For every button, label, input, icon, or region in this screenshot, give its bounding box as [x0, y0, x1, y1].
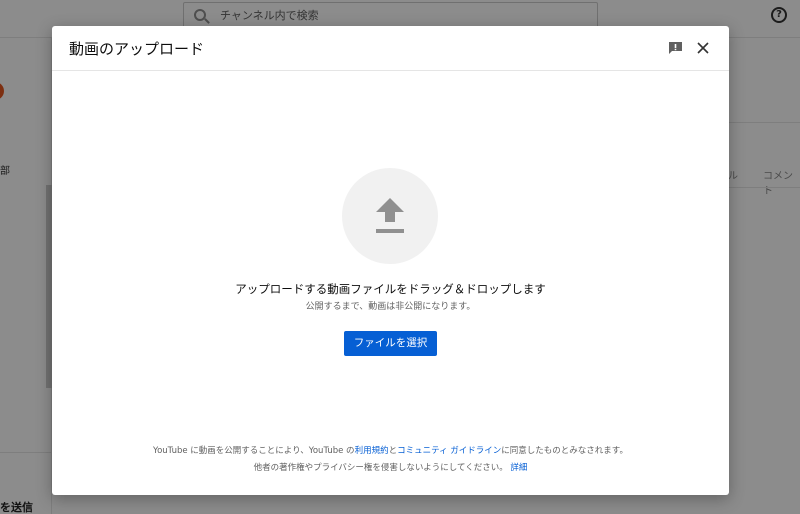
upload-arrow-icon — [376, 198, 404, 233]
terms-notice-prefix: YouTube に動画を公開することにより、YouTube の — [153, 446, 355, 456]
dialog-title: 動画のアップロード — [69, 40, 205, 58]
dialog-header: 動画のアップロード — [52, 26, 729, 71]
select-file-button[interactable]: ファイルを選択 — [344, 331, 437, 356]
community-guidelines-link[interactable]: コミュニティ ガイドライン — [397, 446, 501, 456]
upload-dialog: 動画のアップロード アップロードする動画ファイルをドラッグ＆ドロップします 公開… — [52, 26, 729, 495]
terms-notice-and: と — [388, 446, 398, 456]
feedback-icon[interactable] — [668, 40, 683, 54]
terms-notice: YouTube に動画を公開することにより、YouTube の利用規約とコミュニ… — [52, 444, 729, 456]
details-link[interactable]: 詳細 — [510, 463, 527, 473]
upload-drop-zone[interactable] — [342, 168, 438, 264]
private-notice: 公開するまで、動画は非公開になります。 — [305, 302, 476, 312]
terms-of-service-link[interactable]: 利用規約 — [355, 446, 389, 456]
close-icon[interactable] — [695, 40, 711, 56]
drag-drop-instruction: アップロードする動画ファイルをドラッグ＆ドロップします — [235, 282, 546, 296]
copyright-notice-text: 他者の著作権やプライバシー権を侵害しないようにしてください。 — [253, 463, 508, 473]
copyright-notice: 他者の著作権やプライバシー権を侵害しないようにしてください。 詳細 — [52, 461, 729, 473]
terms-notice-suffix: に同意したものとみなされます。 — [501, 446, 628, 456]
